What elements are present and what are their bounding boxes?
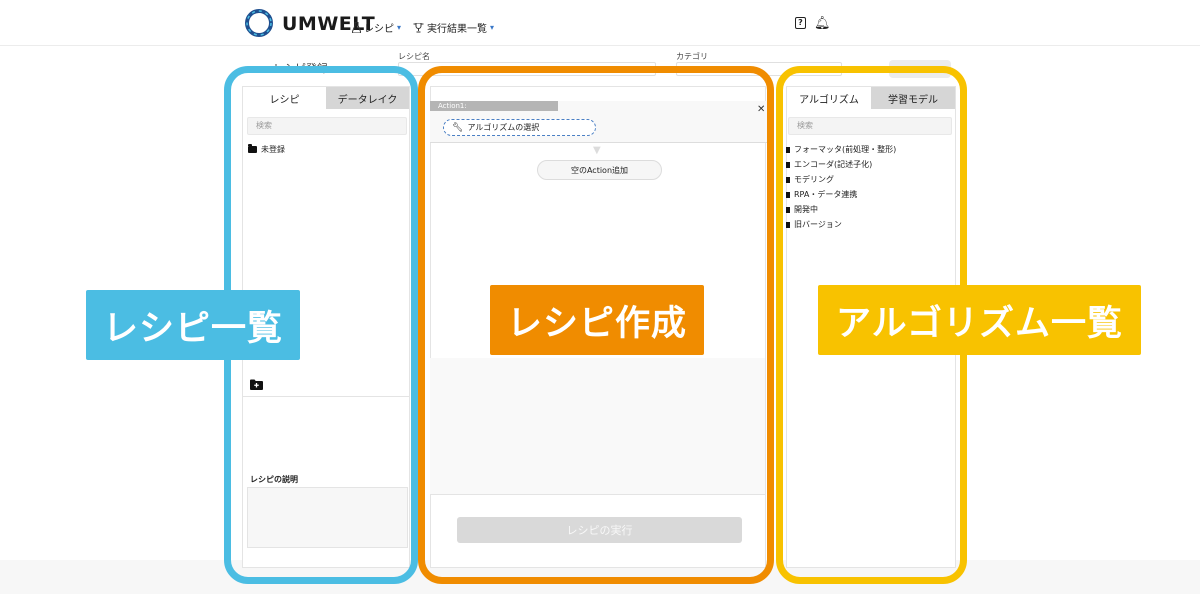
chevron-down-icon: ▾	[490, 23, 495, 32]
category-label: カテゴリ	[676, 52, 708, 61]
top-bar: UMWELT レシピ ▾ 実行結果一覧 ▾ ? 🔔︎	[0, 0, 1200, 46]
umwelt-logo-icon[interactable]	[243, 7, 275, 39]
trophy-icon	[413, 22, 424, 32]
nav-recipe-label: レシピ	[364, 24, 394, 35]
nav-results[interactable]: 実行結果一覧 ▾	[413, 20, 494, 35]
chevron-down-icon: ▾	[397, 23, 402, 32]
flask-icon	[352, 22, 361, 33]
annotation-algorithm-list: アルゴリズム一覧	[818, 285, 1141, 355]
annotation-recipe-builder: レシピ作成	[490, 285, 704, 355]
annotation-recipe-list: レシピ一覧	[86, 290, 300, 360]
help-icon[interactable]: ?	[795, 17, 806, 29]
nav-recipe[interactable]: レシピ ▾	[352, 20, 401, 35]
recipe-name-label: レシピ名	[398, 52, 430, 61]
nav-results-label: 実行結果一覧	[427, 24, 487, 35]
app-root: UMWELT レシピ ▾ 実行結果一覧 ▾ ? 🔔︎ レシピ登録 レシピ名 カテ…	[0, 0, 1200, 594]
bell-icon[interactable]: 🔔︎	[814, 16, 831, 31]
